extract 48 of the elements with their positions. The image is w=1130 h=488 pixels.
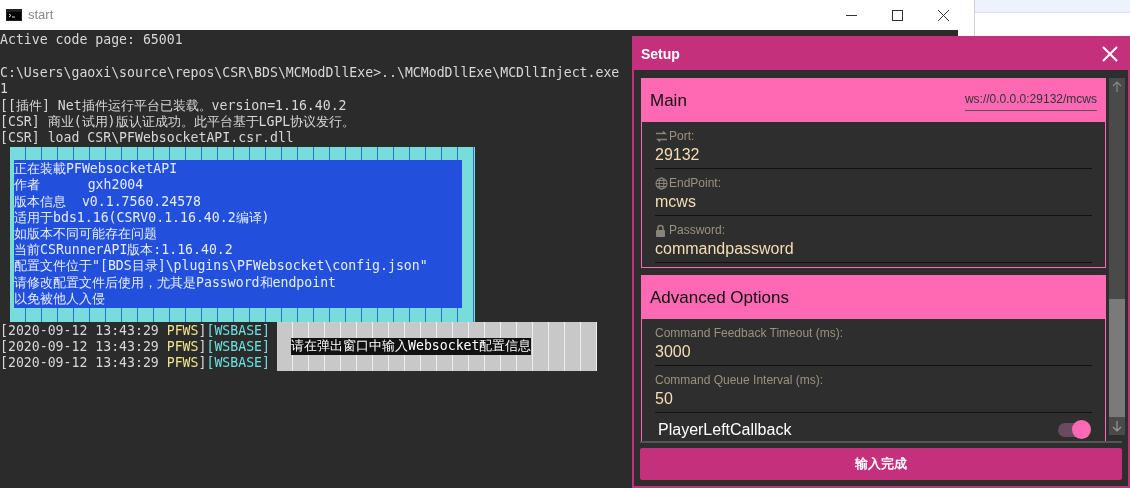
log-line: [2020-09-12 13:43:29 PFWS][WSBASE] <box>0 355 270 372</box>
input-field[interactable]: 50 <box>655 389 1092 409</box>
dialog-title: Setup <box>641 44 680 64</box>
field-label: EndPoint: <box>669 175 722 192</box>
console-icon <box>6 9 22 21</box>
url-link[interactable]: ws://0.0.0.0:29132/mcws <box>964 90 1097 111</box>
banner-line: 以免被他人入侵 <box>14 290 105 308</box>
close-button[interactable] <box>1100 44 1120 64</box>
console-line: [CSR] load CSR\PFWebsocketAPI.csr.dll <box>0 130 294 147</box>
lock-icon <box>655 223 666 237</box>
globe-icon <box>655 176 668 190</box>
field-label: Port: <box>669 128 695 145</box>
input-field[interactable]: 29132 <box>655 145 1092 165</box>
console-line: C:\Users\gaoxi\source\repos\CSR\BDS\MCModDllExe>..\MCModDllExe\MCDllInject.exe <box>0 65 620 82</box>
arrow-down-icon[interactable] <box>1112 420 1122 432</box>
banner-line: 配置文件位于"[BDS目录]\plugins\PFWebsocket\config.json" <box>14 258 428 275</box>
section-title: Advanced Options <box>650 286 789 309</box>
popup-message: 请在弹出窗口中输入Websocket配置信息 <box>291 338 532 355</box>
input-field[interactable]: commandpassword <box>655 239 1092 259</box>
arrow-up-icon[interactable] <box>1112 81 1122 93</box>
submit-button[interactable]: 输入完成 <box>640 448 1122 480</box>
window-title: start <box>28 6 54 25</box>
console-line: Active code page: 65001 <box>0 32 183 49</box>
toggle-switch[interactable] <box>1058 423 1090 437</box>
banner-line: 如版本不同可能存在问题 <box>14 226 157 243</box>
banner-line: 作者 gxh2004 <box>14 177 144 194</box>
transfer-icon <box>655 129 668 143</box>
section-title: Main <box>650 89 687 112</box>
console-line: 1 <box>0 81 8 98</box>
banner-line: 版本信息 v0.1.7560.24578 <box>14 193 201 210</box>
close-icon <box>937 9 949 21</box>
banner-line: 适用于bds1.16(CSRV0.1.16.40.2编译) <box>14 209 270 227</box>
field-label: Command Feedback Timeout (ms): <box>655 325 844 342</box>
field-label: Command Queue Interval (ms): <box>655 372 824 389</box>
console-line: [[插件] Net插件运行平台已装载。version=1.16.40.2 <box>0 97 347 114</box>
toggle-label: PlayerLeftCallback <box>658 420 792 440</box>
input-field[interactable]: 3000 <box>655 342 1092 362</box>
log-line: [2020-09-12 13:43:29 PFWS][WSBASE] <box>0 339 270 356</box>
scrollbar[interactable] <box>1109 78 1125 435</box>
field-label: Password: <box>669 222 726 239</box>
console-line: [CSR] 商业(试用)版认证成功。此平台基于LGPL协议发行。 <box>0 113 356 130</box>
maximize-icon <box>891 9 903 21</box>
banner-line: 当前CSRunnerAPI版本:1.16.40.2 <box>14 242 233 259</box>
banner-line: 正在装載PFWebsocketAPI <box>14 161 178 178</box>
banner-line: 请修改配置文件后使用，尤其是Password和endpoint <box>14 274 337 291</box>
log-line: [2020-09-12 13:43:29 PFWS][WSBASE] <box>0 323 270 340</box>
input-field[interactable]: mcws <box>655 192 1092 212</box>
close-icon <box>1102 46 1118 62</box>
